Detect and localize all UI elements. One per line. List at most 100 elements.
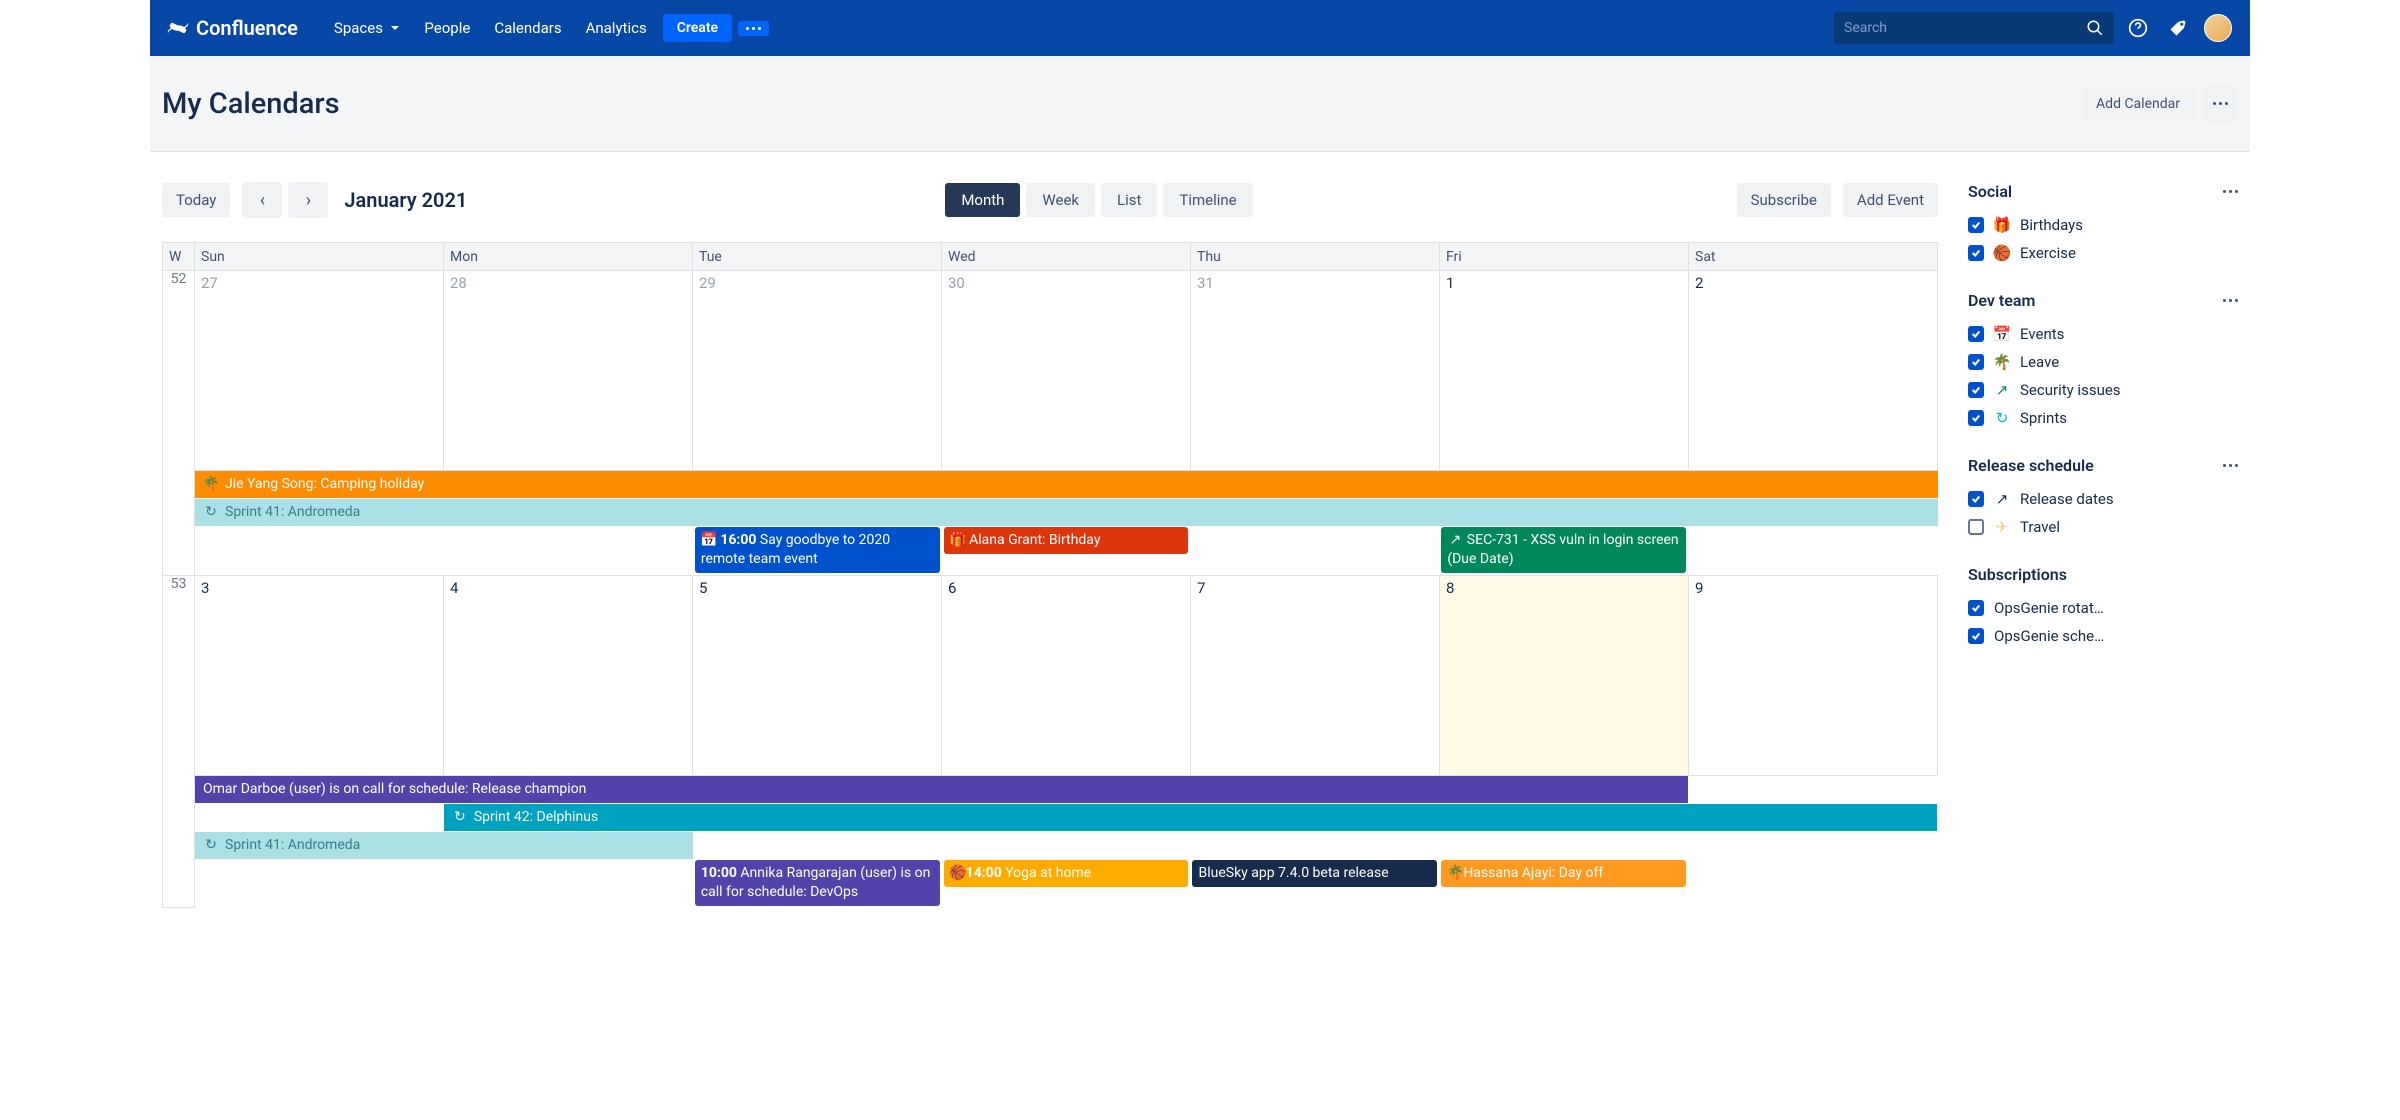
nav-spaces[interactable]: Spaces	[322, 0, 413, 56]
plane-icon: ✈	[1994, 519, 2010, 535]
sidebar-item[interactable]: ↻Sprints	[1968, 404, 2238, 432]
nav-calendars[interactable]: Calendars	[482, 0, 573, 56]
day-cell[interactable]: 4	[444, 575, 693, 775]
add-calendar-button[interactable]: Add Calendar	[2082, 88, 2194, 120]
sidebar-item[interactable]: 📅Events	[1968, 320, 2238, 348]
day-headers-row: WSunMonTueWedThuFriSat	[163, 243, 1938, 271]
checkbox[interactable]	[1968, 410, 1984, 426]
checkbox[interactable]	[1968, 217, 1984, 233]
more-icon[interactable]	[2223, 299, 2238, 302]
event-sprint41b[interactable]: ↻Sprint 41: Andromeda	[195, 832, 693, 859]
event-oncall-annika[interactable]: 10:00 Annika Rangarajan (user) is on cal…	[695, 860, 940, 906]
sidebar-item-label: Security issues	[2020, 381, 2121, 399]
event-security[interactable]: ↗ SEC-731 - XSS vuln in login screen (Du…	[1441, 527, 1686, 573]
subscribe-button[interactable]: Subscribe	[1737, 183, 1831, 217]
today-button[interactable]: Today	[162, 183, 230, 217]
more-icon[interactable]	[2223, 464, 2238, 467]
day-cell[interactable]: 7	[1191, 575, 1440, 775]
day-cell[interactable]: 5	[693, 575, 942, 775]
arrow-icon: ↗	[1994, 382, 2010, 398]
tag-icon	[2169, 19, 2187, 37]
view-timeline[interactable]: Timeline	[1163, 183, 1252, 217]
event-yoga[interactable]: 🏀14:00 Yoga at home	[944, 860, 1189, 887]
palm-icon: 🌴	[1994, 354, 2010, 370]
confluence-icon	[166, 16, 190, 40]
search-icon	[2086, 19, 2104, 37]
page-header: My Calendars Add Calendar	[150, 56, 2250, 152]
sidebar-group-title: Release schedule	[1968, 456, 2094, 475]
calendar-icon: 📅	[701, 532, 717, 548]
view-week[interactable]: Week	[1026, 183, 1095, 217]
checkbox[interactable]	[1968, 600, 1984, 616]
day-cell-today[interactable]: 8	[1440, 575, 1689, 775]
sidebar-item[interactable]: ↗Release dates	[1968, 485, 2238, 513]
gift-icon: 🎁	[950, 532, 966, 548]
sidebar-item[interactable]: OpsGenie rotat…	[1968, 594, 2238, 622]
palm-icon: 🌴	[203, 477, 219, 493]
calendar-main: Today ‹ › January 2021 MonthWeekListTime…	[162, 182, 1938, 908]
brand-logo[interactable]: Confluence	[166, 16, 298, 40]
sidebar-group-header[interactable]: Dev team	[1968, 291, 2238, 310]
week-number: 52	[163, 271, 195, 576]
day-cell[interactable]: 2	[1689, 271, 1938, 471]
view-month[interactable]: Month	[945, 183, 1020, 217]
profile-button[interactable]	[2202, 12, 2234, 44]
nav-analytics[interactable]: Analytics	[574, 0, 659, 56]
sidebar-item[interactable]: ✈Travel	[1968, 513, 2238, 541]
sidebar-item[interactable]: OpsGenie sche…	[1968, 622, 2238, 650]
sidebar-item[interactable]: 🎁Birthdays	[1968, 211, 2238, 239]
day-cell[interactable]: 27	[195, 271, 444, 471]
sidebar-group-header[interactable]: Subscriptions	[1968, 565, 2238, 584]
prev-button[interactable]: ‹	[242, 182, 282, 218]
search-input[interactable]	[1844, 20, 2086, 36]
event-release[interactable]: BlueSky app 7.4.0 beta release	[1192, 860, 1437, 887]
day-cell[interactable]: 6	[942, 575, 1191, 775]
checkbox[interactable]	[1968, 326, 1984, 342]
sidebar-group-header[interactable]: Social	[1968, 182, 2238, 201]
notifications-button[interactable]	[2162, 12, 2194, 44]
sidebar-item[interactable]: ↗ Security issues	[1968, 376, 2238, 404]
more-icon[interactable]	[2223, 190, 2238, 193]
chevron-down-icon	[390, 25, 400, 31]
event-camping[interactable]: 🌴 Jie Yang Song: Camping holiday	[195, 471, 1938, 498]
checkbox[interactable]	[1968, 491, 1984, 507]
day-cell[interactable]: 31	[1191, 271, 1440, 471]
sidebar-item[interactable]: 🏀Exercise	[1968, 239, 2238, 267]
search-box[interactable]	[1834, 12, 2114, 44]
sidebar-item-label: OpsGenie sche…	[1994, 627, 2104, 645]
help-button[interactable]	[2122, 12, 2154, 44]
checkbox[interactable]	[1968, 519, 1984, 535]
checkbox[interactable]	[1968, 628, 1984, 644]
checkbox[interactable]	[1968, 245, 1984, 261]
event-birthday[interactable]: 🎁 Alana Grant: Birthday	[944, 527, 1189, 554]
event-goodbye[interactable]: 📅 16:00 Say goodbye to 2020 remote team …	[695, 527, 940, 573]
header-more-button[interactable]	[2202, 86, 2238, 122]
add-event-button[interactable]: Add Event	[1843, 183, 1938, 217]
day-cell[interactable]: 30	[942, 271, 1191, 471]
event-sprint41[interactable]: ↻ Sprint 41: Andromeda	[195, 499, 1938, 526]
sidebar-group: Social 🎁Birthdays🏀Exercise	[1968, 182, 2238, 267]
help-icon	[2128, 18, 2148, 38]
event-dayoff[interactable]: 🌴Hassana Ajayi: Day off	[1441, 860, 1686, 887]
day-cell[interactable]: 9	[1689, 575, 1938, 775]
view-list[interactable]: List	[1101, 183, 1157, 217]
next-button[interactable]: ›	[288, 182, 328, 218]
sidebar-group: Subscriptions OpsGenie rotat… OpsGenie sch…	[1968, 565, 2238, 650]
sidebar-group-header[interactable]: Release schedule	[1968, 456, 2238, 475]
checkbox[interactable]	[1968, 382, 1984, 398]
day-cell[interactable]: 1	[1440, 271, 1689, 471]
event-sprint42[interactable]: ↻Sprint 42: Delphinus	[444, 804, 1937, 831]
nav-more-button[interactable]	[738, 21, 769, 36]
nav-people[interactable]: People	[412, 0, 482, 56]
sidebar-item-label: Birthdays	[2020, 216, 2083, 234]
checkbox[interactable]	[1968, 354, 1984, 370]
sidebar-item[interactable]: 🌴Leave	[1968, 348, 2238, 376]
create-button[interactable]: Create	[663, 14, 732, 42]
day-cell[interactable]: 3	[195, 575, 444, 775]
cycle-icon: ↻	[452, 809, 468, 825]
event-oncall-omar[interactable]: Omar Darboe (user) is on call for schedu…	[195, 776, 1688, 803]
day-cell[interactable]: 29	[693, 271, 942, 471]
week-2-events: Omar Darboe (user) is on call for schedu…	[163, 775, 1938, 907]
cal-icon: 📅	[1994, 326, 2010, 342]
day-cell[interactable]: 28	[444, 271, 693, 471]
